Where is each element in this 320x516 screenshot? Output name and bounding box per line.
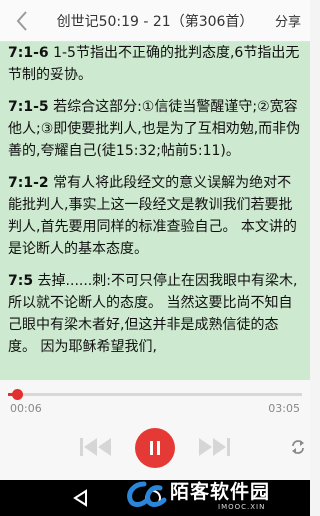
previous-track-icon bbox=[80, 438, 111, 456]
repeat-icon bbox=[292, 440, 304, 454]
page-title: 创世记50:19 - 21（第306首） bbox=[56, 13, 254, 30]
verse-ref: 7:5 bbox=[8, 273, 34, 289]
next-track-icon bbox=[199, 438, 230, 456]
next-button[interactable] bbox=[196, 432, 232, 462]
commentary-content[interactable]: 7:1-6 1-5节指出不正确的批判态度,6节指出无节制的妥协。 7:1-5 若… bbox=[0, 42, 310, 380]
watermark-text: 陌客软件园 bbox=[170, 481, 271, 503]
progress-knob[interactable] bbox=[11, 389, 23, 400]
verse-ref: 7:1-6 bbox=[8, 45, 49, 61]
watermark-logo: 陌客软件园 IMOOC.XIN bbox=[126, 474, 306, 516]
nav-back-icon[interactable] bbox=[72, 489, 90, 507]
watermark-subtext: IMOOC.XIN bbox=[218, 503, 266, 511]
verse-ref: 7:1-2 bbox=[8, 175, 49, 191]
commentary-paragraph: 7:1-2 常有人将此段经文的意义误解为绝对不能批判人,事实上这一段经文是教训我… bbox=[8, 172, 302, 260]
current-time: 00:06 bbox=[10, 402, 42, 415]
paragraph-text: 若综合这部分:①信徒当警醒谨守;②宽容他人;③即使要批判人,也是为了互相劝勉,而… bbox=[8, 99, 301, 159]
pause-button[interactable] bbox=[135, 428, 175, 468]
watermark-icon bbox=[127, 481, 167, 507]
progress-bar[interactable] bbox=[8, 389, 302, 400]
back-chevron-icon bbox=[16, 10, 27, 31]
commentary-paragraph: 7:1-5 若综合这部分:①信徒当警醒谨守;②宽容他人;③即使要批判人,也是为了… bbox=[8, 96, 302, 162]
previous-button[interactable] bbox=[78, 432, 114, 462]
share-button[interactable]: 分享 bbox=[266, 11, 310, 30]
paragraph-text: 常有人将此段经文的意义误解为绝对不能批判人,事实上这一段经文是教训我们若要批判人… bbox=[8, 175, 297, 257]
back-button[interactable] bbox=[0, 0, 44, 42]
repeat-button[interactable] bbox=[290, 439, 306, 455]
commentary-paragraph: 7:5 去掉......刺:不可只停止在因我眼中有梁木,所以就不论断人的态度。 … bbox=[8, 270, 302, 358]
paragraph-text: 1-5节指出不正确的批判态度,6节指出无节制的妥协。 bbox=[8, 45, 300, 83]
commentary-paragraph: 7:1-6 1-5节指出不正确的批判态度,6节指出无节制的妥协。 bbox=[8, 42, 302, 86]
verse-ref: 7:1-5 bbox=[8, 99, 49, 115]
paragraph-text: 去掉......刺:不可只停止在因我眼中有梁木,所以就不论断人的态度。 当然这要… bbox=[8, 273, 298, 355]
pause-icon bbox=[150, 441, 160, 455]
audio-player: 00:06 03:05 bbox=[0, 380, 310, 480]
app-header: 创世记50:19 - 21（第306首） 分享 bbox=[0, 0, 310, 42]
total-time: 03:05 bbox=[268, 402, 300, 415]
